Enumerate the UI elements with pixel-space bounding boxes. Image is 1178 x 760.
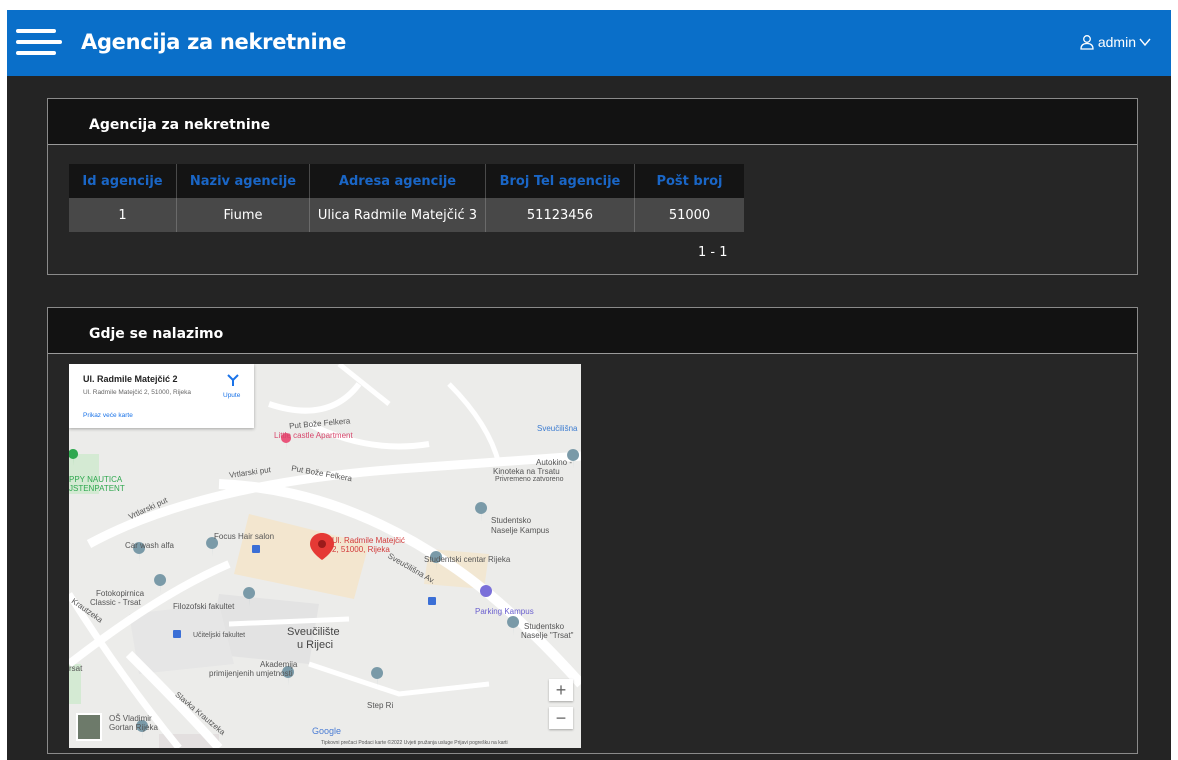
map-label: Učiteljski fakultet xyxy=(193,632,246,639)
map-footer: Tipkovni prečaci Podaci karte ©2022 Uvje… xyxy=(321,740,508,746)
map-label: Car wash alfa xyxy=(125,541,174,550)
top-bar: Agencija za nekretnine admin xyxy=(7,10,1171,76)
cell-address: Ulica Radmile Matejčić 3 xyxy=(309,198,486,232)
map-panel-header: Gdje se nalazimo xyxy=(48,308,1137,354)
column-header-phone[interactable]: Broj Tel agencije xyxy=(485,164,635,198)
map-label: Studentsko xyxy=(524,622,565,631)
place-info-card: Ul. Radmile Matejčić 2 Ul. Radmile Matej… xyxy=(69,364,254,428)
map-label: u Rijeci xyxy=(297,639,334,651)
map-label: rsat xyxy=(69,664,83,673)
cell-phone: 51123456 xyxy=(485,198,635,232)
map-label: Little castle Apartment xyxy=(274,431,353,440)
embedded-map[interactable]: Ul. Radmile Matejčić 2 Ul. Radmile Matej… xyxy=(69,364,581,748)
agency-panel-header: Agencija za nekretnine xyxy=(48,99,1137,145)
directions-link[interactable]: Upute xyxy=(223,392,240,399)
map-label: Naselje Kampus xyxy=(491,526,550,535)
marker-label-line1: Ul. Radmile Matejčić xyxy=(332,536,405,545)
cell-name: Fiume xyxy=(176,198,310,232)
map-label: OŠ Vladimir xyxy=(109,714,152,723)
map-label: Kinoteka na Trsatu xyxy=(493,467,560,476)
user-name: admin xyxy=(1097,34,1136,50)
user-icon xyxy=(1080,35,1094,50)
place-name: Ul. Radmile Matejčić 2 xyxy=(83,374,178,384)
zoom-in-button[interactable]: + xyxy=(549,679,573,701)
map-label: Naselje "Trsat" xyxy=(521,631,574,640)
larger-map-link[interactable]: Prikaz veće karte xyxy=(83,412,133,419)
map-label: Akademija xyxy=(260,660,298,669)
table-header-row: Id agencije Naziv agencije Adresa agenci… xyxy=(69,164,744,198)
map-label: Privremeno zatvoreno xyxy=(495,476,564,483)
agency-panel-title: Agencija za nekretnine xyxy=(89,117,271,133)
chevron-down-icon xyxy=(1139,38,1151,47)
map-label: Fotokopirnica xyxy=(96,589,145,598)
marker-label-line2: 2, 51000, Rijeka xyxy=(332,545,390,554)
map-label: Focus Hair salon xyxy=(214,532,275,541)
map-label: Studentsko xyxy=(491,516,532,525)
cell-postal: 51000 xyxy=(634,198,744,232)
map-label: Classic - Trsat xyxy=(90,598,141,607)
app-title: Agencija za nekretnine xyxy=(81,30,347,54)
map-label: PPY NAUTICA xyxy=(69,475,123,484)
table-row[interactable]: 1 Fiume Ulica Radmile Matejčić 3 5112345… xyxy=(69,198,744,232)
map-label: Studentski centar Rijeka xyxy=(424,555,511,564)
column-header-postal[interactable]: Pošt broj xyxy=(634,164,744,198)
column-header-address[interactable]: Adresa agencije xyxy=(309,164,486,198)
map-label: Autokino - xyxy=(536,458,573,467)
place-address: Ul. Radmile Matejčić 2, 51000, Rijeka xyxy=(83,389,192,396)
column-header-name[interactable]: Naziv agencije xyxy=(176,164,310,198)
google-logo: Google xyxy=(312,726,342,736)
agency-table: Id agencije Naziv agencije Adresa agenci… xyxy=(69,164,744,232)
map-label: Gortan Rijeka xyxy=(109,723,158,732)
hamburger-menu-icon[interactable] xyxy=(16,29,62,55)
cell-id: 1 xyxy=(69,198,177,232)
map-label: Step Ri xyxy=(367,701,394,710)
map-label: Parking Kampus xyxy=(475,607,534,616)
map-label: Sveučilišna xyxy=(537,424,578,433)
map-label: Filozofski fakultet xyxy=(173,602,235,611)
user-menu[interactable]: admin xyxy=(1079,34,1151,50)
app-window: Agencija za nekretnine admin Agencija za… xyxy=(7,10,1171,760)
map-label: JSTENPATENT xyxy=(69,484,125,493)
pagination-info: 1 - 1 xyxy=(698,245,728,260)
zoom-out-button[interactable]: − xyxy=(549,707,573,729)
map-label: primijenjenih umjetnosti xyxy=(209,669,293,678)
map-label: Sveučilište xyxy=(287,626,340,638)
map-panel: Gdje se nalazimo Ul. Radmile Matejčić 2 … xyxy=(47,307,1138,754)
map-panel-title: Gdje se nalazimo xyxy=(89,326,224,342)
agency-panel: Agencija za nekretnine Id agencije Naziv… xyxy=(47,98,1138,275)
column-header-id[interactable]: Id agencije xyxy=(69,164,177,198)
